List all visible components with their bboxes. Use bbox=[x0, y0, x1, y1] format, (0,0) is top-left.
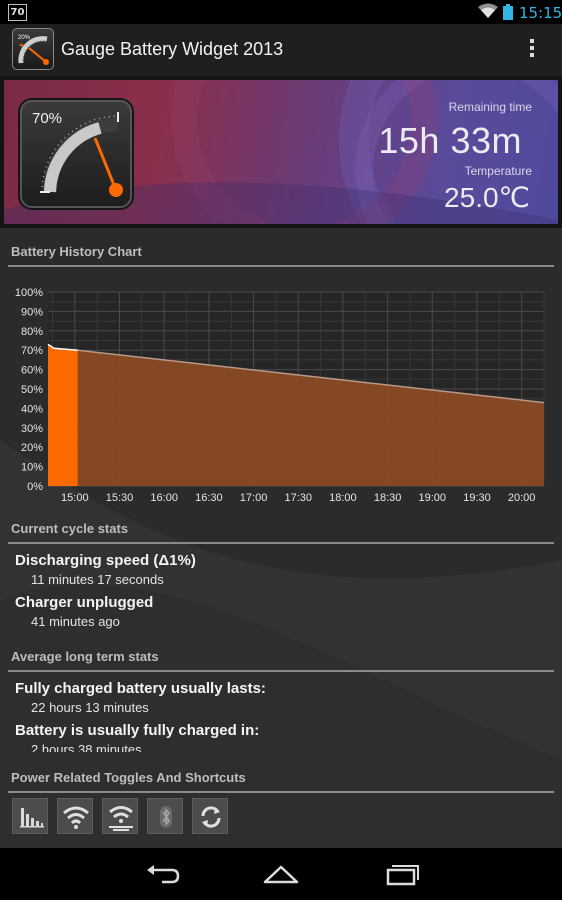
home-icon bbox=[263, 865, 299, 884]
chart-x-tick-label: 17:30 bbox=[284, 492, 312, 504]
chart-y-tick-label: 60% bbox=[21, 365, 43, 377]
temperature-value: 25.0℃ bbox=[444, 182, 530, 213]
home-button[interactable] bbox=[257, 858, 305, 890]
chart-y-tick-label: 90% bbox=[21, 306, 43, 318]
chart-y-axis: 100% 90% 80% 70% 60% 50% 40% 30% 20% 10% 0% bbox=[15, 287, 43, 493]
usage-chart-icon bbox=[20, 808, 44, 828]
back-icon bbox=[147, 865, 180, 884]
full-charge-lasts-value: 22 hours 13 minutes bbox=[31, 700, 149, 715]
app-title: Gauge Battery Widget 2013 bbox=[61, 39, 284, 59]
chart-x-tick-label: 16:00 bbox=[150, 492, 178, 504]
back-button[interactable] bbox=[138, 858, 186, 890]
gauge-icon: 20% bbox=[18, 35, 49, 65]
section-header-toggles: Power Related Toggles And Shortcuts bbox=[8, 770, 554, 793]
chart-y-tick-label: 40% bbox=[21, 403, 43, 415]
section-header-long-term: Average long term stats bbox=[8, 649, 554, 672]
sync-icon bbox=[201, 806, 221, 828]
remaining-time-value: 15h 33m bbox=[378, 120, 522, 161]
wifi-icon bbox=[63, 806, 89, 829]
discharging-speed-value: 11 minutes 17 seconds bbox=[31, 572, 164, 587]
section-header-history: Battery History Chart bbox=[8, 244, 554, 267]
chart-x-axis: 15:00 15:30 16:00 16:30 17:00 17:30 18:00 18:30… bbox=[61, 492, 535, 504]
chart-y-tick-label: 80% bbox=[21, 326, 43, 338]
charge-time-title: Battery is usually fully charged in: bbox=[15, 722, 260, 739]
chart-x-tick-label: 19:30 bbox=[463, 492, 491, 504]
chart-y-tick-label: 0% bbox=[27, 481, 43, 493]
battery-history-chart[interactable]: 100%90%80%70%60%50%40%30%20%10%0% 15:00 1… bbox=[0, 280, 562, 510]
charger-unplugged-value: 41 minutes ago bbox=[31, 614, 120, 629]
chart-y-tick-label: 100% bbox=[15, 287, 43, 299]
chart-y-tick-label: 20% bbox=[21, 442, 43, 454]
wifi-hotspot-icon bbox=[109, 806, 133, 831]
chart-x-tick-label: 16:30 bbox=[195, 492, 223, 504]
chart-y-tick-label: 70% bbox=[21, 345, 43, 357]
full-charge-lasts-title: Fully charged battery usually lasts: bbox=[15, 680, 266, 697]
chart-x-tick-label: 17:00 bbox=[240, 492, 268, 504]
charger-unplugged-title: Charger unplugged bbox=[15, 594, 154, 611]
sync-toggle[interactable] bbox=[192, 798, 228, 834]
widget-background: 70% Remaining time 15h 33m Temperature 2… bbox=[4, 80, 558, 224]
recent-apps-button[interactable] bbox=[378, 858, 426, 890]
bluetooth-toggle[interactable] bbox=[147, 798, 183, 834]
chart-x-tick-label: 20:00 bbox=[508, 492, 536, 504]
chart-x-tick-label: 18:30 bbox=[374, 492, 402, 504]
usage-chart-toggle[interactable] bbox=[12, 798, 48, 834]
app-icon-percent: 20% bbox=[18, 35, 31, 41]
chart-y-tick-label: 30% bbox=[21, 423, 43, 435]
gauge-app-icon[interactable]: 20% bbox=[12, 28, 54, 70]
remaining-time-label: Remaining time bbox=[448, 100, 532, 114]
chart-y-tick-label: 50% bbox=[21, 384, 43, 396]
action-bar: 20% Gauge Battery Widget 2013 bbox=[0, 24, 562, 76]
battery-widget-banner: 70% Remaining time 15h 33m Temperature 2… bbox=[0, 76, 562, 228]
status-time: 15:15 bbox=[519, 4, 562, 22]
gauge-percent: 70% bbox=[32, 110, 63, 127]
temperature-label: Temperature bbox=[464, 164, 532, 178]
battery-gauge[interactable]: 70% bbox=[20, 100, 132, 208]
chart-x-tick-label: 18:00 bbox=[329, 492, 357, 504]
recent-apps-icon bbox=[386, 865, 419, 886]
wifi-hotspot-toggle[interactable] bbox=[102, 798, 138, 834]
charge-time-value: 2 hours 38 minutes bbox=[31, 742, 142, 752]
wifi-toggle[interactable] bbox=[57, 798, 93, 834]
bluetooth-icon bbox=[160, 806, 172, 828]
battery-icon bbox=[503, 4, 513, 20]
long-term-stats-list[interactable]: Fully charged battery usually lasts: 22 … bbox=[0, 676, 562, 752]
chart-x-tick-label: 19:00 bbox=[419, 492, 447, 504]
notification-badge: 70 bbox=[8, 4, 27, 21]
overflow-menu-icon[interactable] bbox=[524, 36, 540, 62]
chart-x-tick-label: 15:30 bbox=[106, 492, 134, 504]
section-header-current-cycle: Current cycle stats bbox=[8, 521, 554, 544]
chart-y-tick-label: 10% bbox=[21, 462, 43, 474]
status-bar: 70 15:15 bbox=[0, 0, 562, 24]
wifi-icon bbox=[478, 3, 498, 18]
navigation-bar bbox=[0, 848, 562, 900]
history-area bbox=[48, 344, 78, 486]
discharging-speed-title: Discharging speed (Δ1%) bbox=[15, 552, 196, 569]
chart-x-tick-label: 15:00 bbox=[61, 492, 89, 504]
